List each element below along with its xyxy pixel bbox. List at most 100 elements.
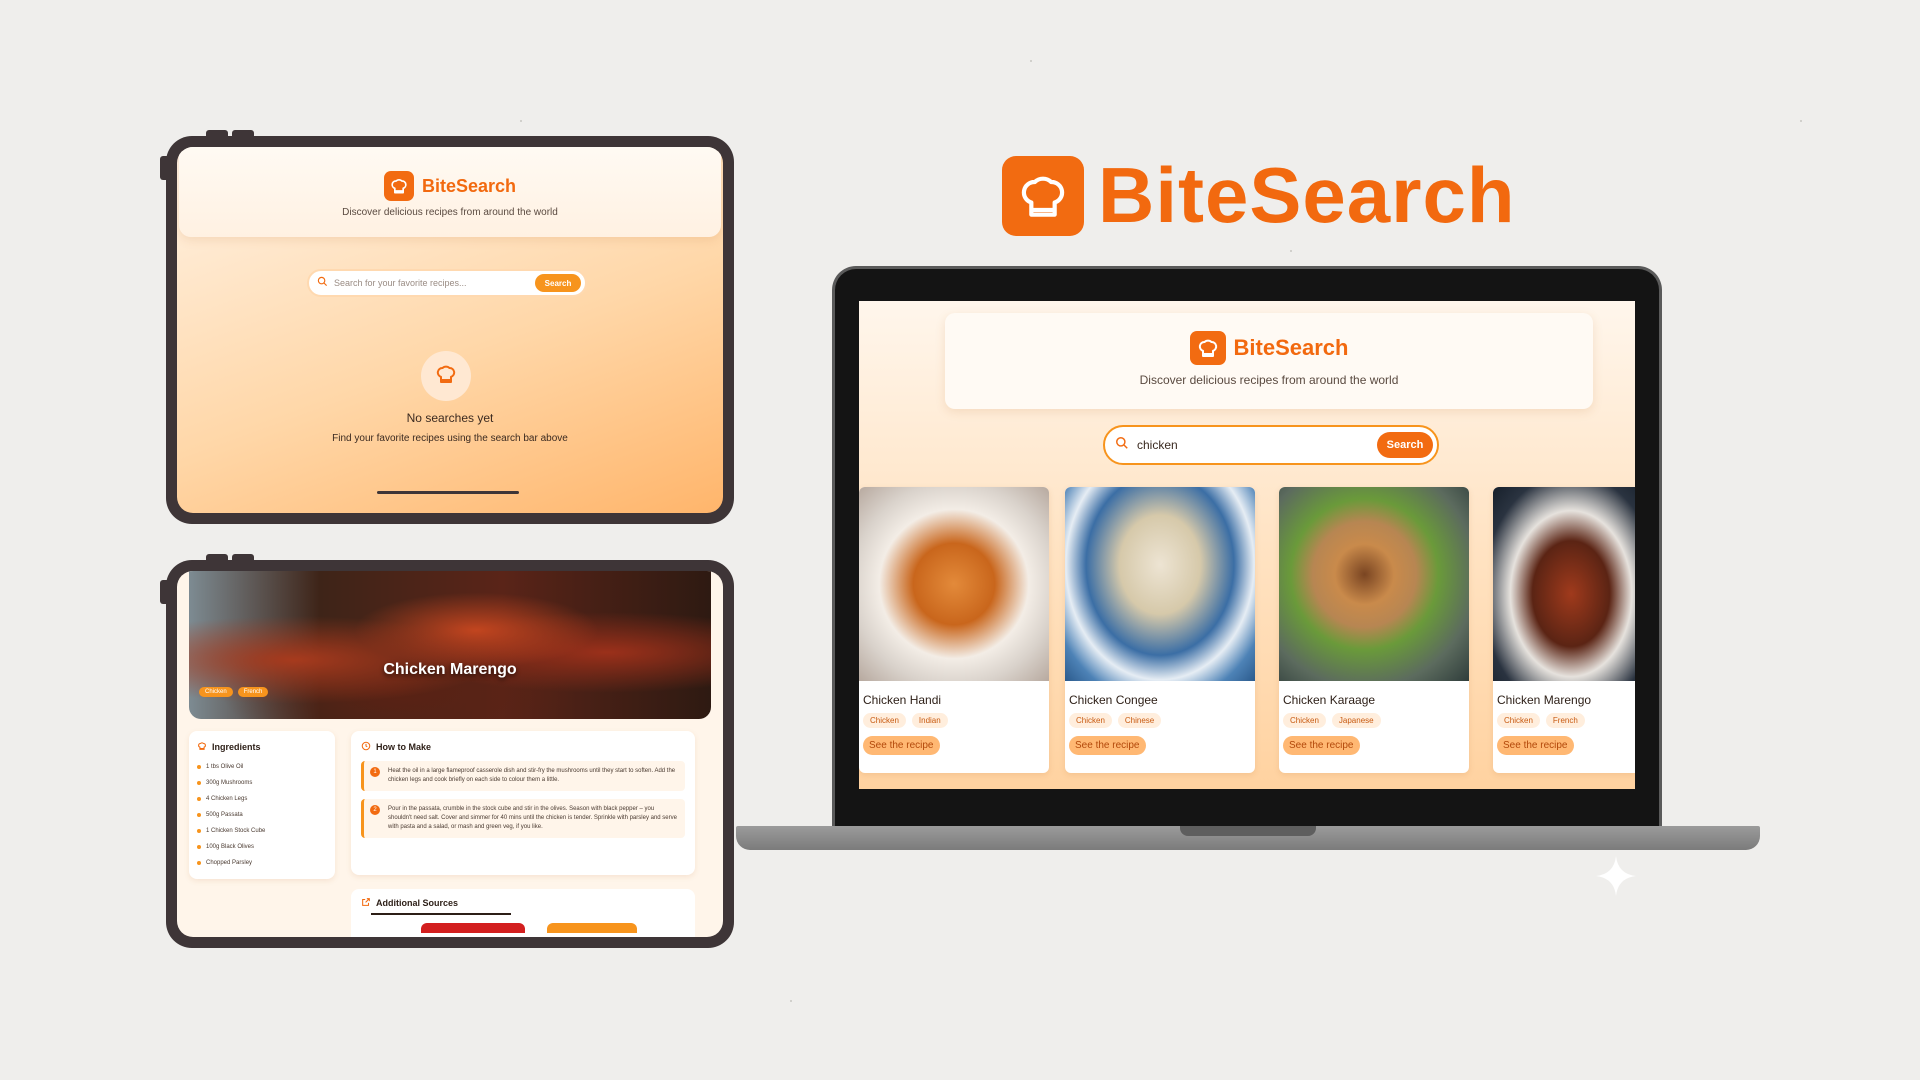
recipe-card[interactable]: Chicken Congee Chicken Chinese See the r… — [1065, 487, 1255, 773]
laptop-notch — [1180, 826, 1316, 836]
brand[interactable]: BiteSearch — [1189, 331, 1349, 365]
laptop-device: BiteSearch Discover delicious recipes fr… — [832, 266, 1662, 826]
empty-state-title: No searches yet — [406, 411, 494, 425]
sources-card: Additional Sources — [351, 889, 695, 937]
recipe-name: Chicken Karaage — [1283, 693, 1376, 707]
recipe-tags: Chicken French — [199, 687, 269, 697]
how-to-make-card: How to Make 1 Heat the oil in a large fl… — [351, 731, 695, 875]
divider — [371, 913, 511, 915]
chef-hat-icon — [1002, 155, 1084, 236]
recipe-tag: Chicken — [1069, 713, 1112, 728]
ingredients-card: Ingredients 1 tbs Olive Oil 300g Mushroo… — [189, 731, 335, 879]
brand[interactable]: BiteSearch — [383, 171, 517, 201]
sparkle-icon — [1596, 856, 1636, 896]
recipe-image — [1493, 487, 1635, 681]
tagline: Discover delicious recipes from around t… — [342, 207, 558, 218]
list-item: 4 Chicken Legs — [197, 791, 327, 807]
recipe-hero-image: Chicken Marengo Chicken French — [189, 571, 711, 719]
tablet-detail-screen: Chicken Marengo Chicken French Ingredien… — [177, 571, 723, 937]
recipe-tag: Chicken — [1497, 713, 1540, 728]
background-speck — [790, 1000, 792, 1002]
recipe-tag: French — [1545, 713, 1585, 728]
hero-brand-name: BiteSearch — [1098, 151, 1516, 239]
see-recipe-button[interactable]: See the recipe — [863, 736, 940, 755]
recipe-tag: Indian — [911, 713, 948, 728]
chef-hat-icon — [1189, 331, 1226, 365]
step-text: Pour in the passata, crumble in the stoc… — [388, 806, 677, 830]
list-item: 1 tbs Olive Oil — [197, 759, 327, 775]
ingredients-heading: Ingredients — [212, 742, 261, 752]
recipe-title: Chicken Marengo — [383, 661, 517, 678]
search-icon — [317, 274, 328, 292]
recipe-tag: Chicken — [1283, 713, 1326, 728]
external-link-icon — [361, 897, 371, 909]
background-speck — [520, 120, 522, 122]
device-button — [160, 156, 168, 180]
tablet-home-screen: BiteSearch Discover delicious recipes fr… — [177, 147, 723, 513]
recipe-name: Chicken Congee — [1069, 693, 1158, 707]
recipe-image — [1279, 487, 1469, 681]
chef-hat-icon — [434, 362, 458, 391]
recipe-card[interactable]: Chicken Marengo Chicken French See the r… — [1493, 487, 1635, 773]
step-item: 1 Heat the oil in a large flameproof cas… — [361, 761, 685, 791]
recipe-name: Chicken Marengo — [1497, 693, 1592, 707]
list-item: 500g Passata — [197, 807, 327, 823]
background-speck — [1030, 60, 1032, 62]
device-button — [206, 554, 228, 562]
search-button[interactable]: Search — [535, 274, 581, 292]
background-speck — [1290, 250, 1292, 252]
search-bar[interactable]: chicken Search — [1103, 425, 1439, 465]
device-button — [206, 130, 228, 138]
recipe-image — [859, 487, 1049, 681]
recipe-tag: Japanese — [1331, 713, 1381, 728]
brand-name: BiteSearch — [421, 175, 517, 196]
search-bar[interactable]: Search for your favorite recipes... Sear… — [307, 269, 587, 297]
device-button — [232, 554, 254, 562]
brand-name: BiteSearch — [1233, 335, 1349, 360]
recipe-tag: Chicken — [863, 713, 906, 728]
website-source-button[interactable] — [547, 923, 637, 933]
tablet-home-device: BiteSearch Discover delicious recipes fr… — [160, 130, 734, 524]
search-icon — [1115, 436, 1129, 455]
chef-hat-icon — [197, 741, 207, 753]
device-button — [160, 580, 168, 604]
search-button[interactable]: Search — [1377, 432, 1433, 458]
hero-brand: BiteSearch — [1002, 150, 1516, 241]
step-text: Heat the oil in a large flameproof casse… — [388, 768, 676, 783]
recipe-tag: Chicken — [199, 687, 233, 697]
recipe-tag: French — [237, 687, 269, 697]
recipe-name: Chicken Handi — [863, 693, 942, 707]
search-input[interactable]: Search for your favorite recipes... — [334, 278, 467, 288]
see-recipe-button[interactable]: See the recipe — [1497, 736, 1574, 755]
tablet-detail-device: Chicken Marengo Chicken French Ingredien… — [160, 554, 734, 948]
see-recipe-button[interactable]: See the recipe — [1283, 736, 1360, 755]
tagline: Discover delicious recipes from around t… — [1139, 373, 1399, 387]
ingredients-list: 1 tbs Olive Oil 300g Mushrooms 4 Chicken… — [197, 759, 327, 871]
app-header: BiteSearch Discover delicious recipes fr… — [179, 147, 721, 237]
youtube-source-button[interactable] — [421, 923, 525, 933]
sources-heading: Additional Sources — [376, 898, 459, 908]
recipe-tag: Chinese — [1117, 713, 1162, 728]
clock-icon — [361, 741, 371, 753]
recipe-image — [1065, 487, 1255, 681]
laptop-screen: BiteSearch Discover delicious recipes fr… — [859, 301, 1635, 789]
list-item: Chopped Parsley — [197, 855, 327, 871]
list-item: 1 Chicken Stock Cube — [197, 823, 327, 839]
background-speck — [1800, 120, 1802, 122]
step-item: 2 Pour in the passata, crumble in the st… — [361, 799, 685, 838]
empty-state-icon — [421, 351, 471, 401]
list-item: 100g Black Olives — [197, 839, 327, 855]
device-button — [232, 130, 254, 138]
step-number: 1 — [370, 767, 380, 777]
chef-hat-icon — [383, 171, 414, 201]
empty-state-subtitle: Find your favorite recipes using the sea… — [332, 433, 568, 444]
app-header: BiteSearch Discover delicious recipes fr… — [945, 313, 1593, 409]
how-to-make-heading: How to Make — [376, 742, 432, 752]
see-recipe-button[interactable]: See the recipe — [1069, 736, 1146, 755]
list-item: 300g Mushrooms — [197, 775, 327, 791]
search-input[interactable]: chicken — [1137, 438, 1178, 452]
recipe-card[interactable]: Chicken Handi Chicken Indian See the rec… — [859, 487, 1049, 773]
recipe-card[interactable]: Chicken Karaage Chicken Japanese See the… — [1279, 487, 1469, 773]
home-indicator — [377, 491, 519, 494]
step-number: 2 — [370, 805, 380, 815]
